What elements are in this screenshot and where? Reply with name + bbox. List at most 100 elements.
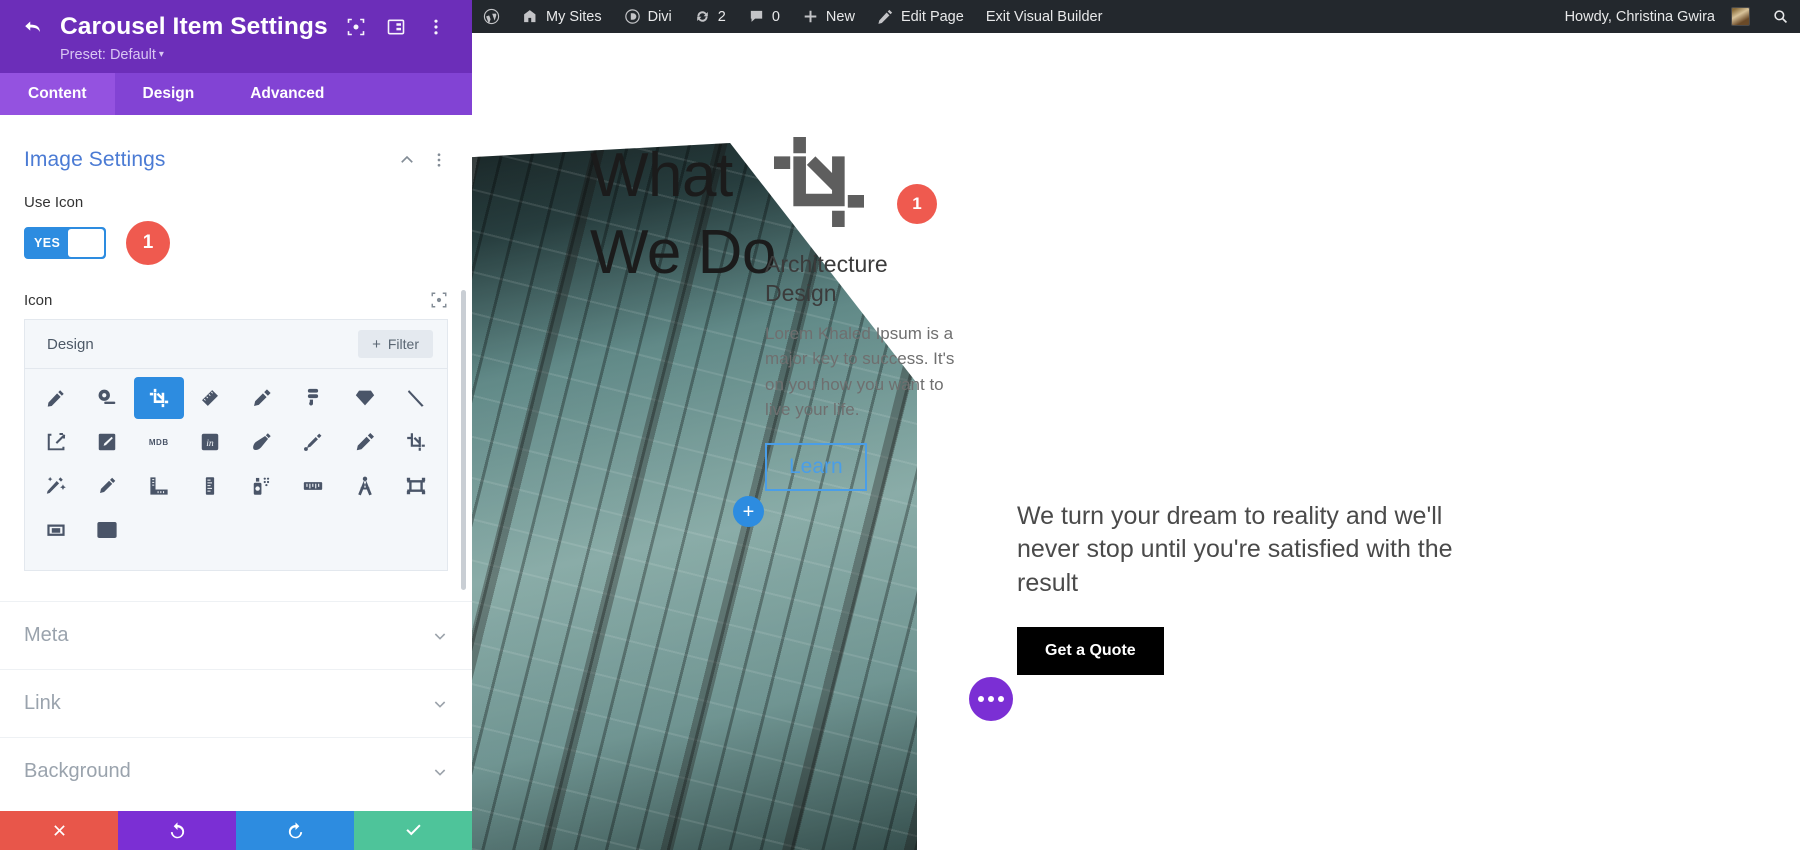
add-module-button[interactable]: + [733, 496, 764, 527]
preset-selector[interactable]: Preset: Default ▾ [20, 47, 452, 63]
panel-accordions: Meta Link Background [0, 601, 472, 805]
card-title-line-1: Architecture [765, 251, 888, 277]
plus-icon: + [372, 335, 381, 353]
save-button[interactable] [354, 811, 472, 850]
icon-cell-marker-icon[interactable] [237, 377, 287, 419]
learn-button[interactable]: Learn [765, 442, 867, 491]
icon-cell-fountain-pen-icon[interactable] [237, 421, 287, 463]
icon-cell-magic-wand-icon[interactable] [31, 465, 81, 507]
chevron-down-icon: ▾ [158, 48, 164, 60]
callout-badge-1: 1 [126, 221, 170, 265]
comments-icon [750, 10, 763, 22]
target-icon[interactable] [430, 291, 448, 309]
adminbar-exit-label: Exit Visual Builder [985, 8, 1103, 25]
more-options-fab[interactable] [969, 677, 1013, 721]
adminbar-edit-page-label: Edit Page [900, 8, 964, 25]
more-vertical-icon[interactable] [430, 151, 448, 169]
accordion-meta[interactable]: Meta [0, 601, 472, 669]
back-arrow-icon[interactable] [20, 16, 46, 38]
headline-line-2: We Do [590, 217, 776, 287]
card-title-line-2: Design [765, 279, 837, 306]
adminbar-edit-page[interactable]: Edit Page [866, 0, 975, 33]
icon-cell-sketch-diamond-icon[interactable] [340, 377, 390, 419]
panel-scrollbar[interactable] [461, 290, 466, 590]
icon-cell-pen-box-icon[interactable] [83, 421, 133, 463]
icon-cell-ruler-icon[interactable] [186, 377, 236, 419]
panel-tabs: Content Design Advanced [0, 72, 472, 115]
accordion-link-label: Link [24, 692, 61, 714]
icon-cell-drafting-compass-icon[interactable] [340, 465, 390, 507]
use-icon-toggle[interactable]: YES [24, 227, 106, 259]
promo-block: We turn your dream to reality and we'll … [1017, 500, 1487, 675]
wordpress-icon [483, 8, 500, 25]
icon-cell-figma-icon[interactable] [289, 377, 339, 419]
icon-cell-mdb-icon[interactable]: MDB [134, 421, 184, 463]
adminbar-updates[interactable]: 2 [683, 0, 737, 33]
adminbar-wordpress[interactable] [472, 0, 511, 33]
sites-icon [524, 10, 536, 23]
adminbar-search[interactable] [1761, 0, 1800, 33]
adminbar-divi-label: Divi [647, 8, 672, 25]
divi-icon [624, 9, 640, 24]
accordion-link[interactable]: Link [0, 669, 472, 737]
page-headline: What We Do [590, 138, 776, 292]
icon-cell-pencil-icon[interactable] [31, 377, 81, 419]
toggle-knob [68, 229, 104, 257]
icon-cell-ruler-horizontal-icon[interactable] [289, 465, 339, 507]
adminbar-divi[interactable]: Divi [613, 0, 683, 33]
adminbar-comments-count: 0 [771, 8, 780, 25]
icon-cell-frame-image-icon[interactable] [83, 509, 133, 551]
undo-button[interactable] [118, 811, 236, 850]
icon-cell-ruler-combined-icon[interactable] [134, 465, 184, 507]
panel-header-icons [346, 17, 452, 37]
layout-icon[interactable] [386, 17, 406, 37]
chevron-up-icon[interactable] [398, 151, 416, 169]
target-icon[interactable] [346, 17, 366, 37]
icon-cell-crop-alt-icon[interactable] [392, 421, 442, 463]
filter-button[interactable]: + Filter [358, 330, 433, 358]
plus-icon [804, 10, 817, 23]
tab-design[interactable]: Design [115, 73, 223, 115]
icon-cell-frame-corner-icon[interactable] [31, 509, 81, 551]
icon-cell-crop-icon[interactable] [134, 377, 184, 419]
mdb-label: MDB [148, 437, 169, 447]
icon-cell-tape-measure-icon[interactable] [83, 377, 133, 419]
icon-cell-ruler-vertical-icon[interactable] [186, 465, 236, 507]
accordion-background[interactable]: Background [0, 737, 472, 805]
icon-cell-frame-icon[interactable] [392, 465, 442, 507]
icon-category-label[interactable]: Design [39, 336, 358, 353]
dot-2 [988, 696, 994, 702]
adminbar-howdy[interactable]: Howdy, Christina Gwira [1554, 0, 1761, 33]
adminbar-exit-visual-builder[interactable]: Exit Visual Builder [975, 0, 1114, 33]
icon-cell-thin-pen-icon[interactable] [392, 377, 442, 419]
settings-panel: Carousel Item Settings Preset: Default ▾… [0, 0, 472, 850]
preset-label: Preset: Default [60, 46, 156, 63]
tab-content[interactable]: Content [0, 72, 115, 115]
svg-text:in: in [207, 438, 215, 449]
adminbar-new[interactable]: New [791, 0, 866, 33]
accordion-background-label: Background [24, 760, 131, 782]
image-settings-header: Image Settings [0, 126, 472, 172]
cancel-button[interactable] [0, 811, 118, 850]
redo-button[interactable] [236, 811, 354, 850]
icon-cell-vector-square-icon[interactable] [31, 421, 81, 463]
adminbar-comments[interactable]: 0 [737, 0, 791, 33]
icon-cell-pencil-alt-icon[interactable] [340, 421, 390, 463]
tab-advanced[interactable]: Advanced [222, 73, 352, 115]
chevron-down-icon [434, 632, 446, 640]
redo-icon [288, 822, 302, 839]
more-vertical-icon[interactable] [426, 17, 446, 37]
screen-root: Carousel Item Settings Preset: Default ▾… [0, 0, 1800, 850]
icon-cell-invision-icon[interactable]: in [186, 421, 236, 463]
dot-1 [978, 696, 984, 702]
promo-text: We turn your dream to reality and we'll … [1017, 502, 1453, 597]
icon-cell-pencil-line-icon[interactable] [83, 465, 133, 507]
panel-title: Carousel Item Settings [60, 13, 328, 40]
card-body-text: Lorem Khaled Ipsum is a major key to suc… [765, 323, 955, 420]
icon-cell-spray-can-icon[interactable] [237, 465, 287, 507]
card-title: Architecture Design [765, 250, 965, 308]
carousel-item-card: 1 Architecture Design Lorem Khaled Ipsum… [765, 128, 965, 491]
icon-cell-brush-pen-icon[interactable] [289, 421, 339, 463]
get-a-quote-button[interactable]: Get a Quote [1017, 626, 1164, 675]
adminbar-my-sites[interactable]: My Sites [511, 0, 613, 33]
